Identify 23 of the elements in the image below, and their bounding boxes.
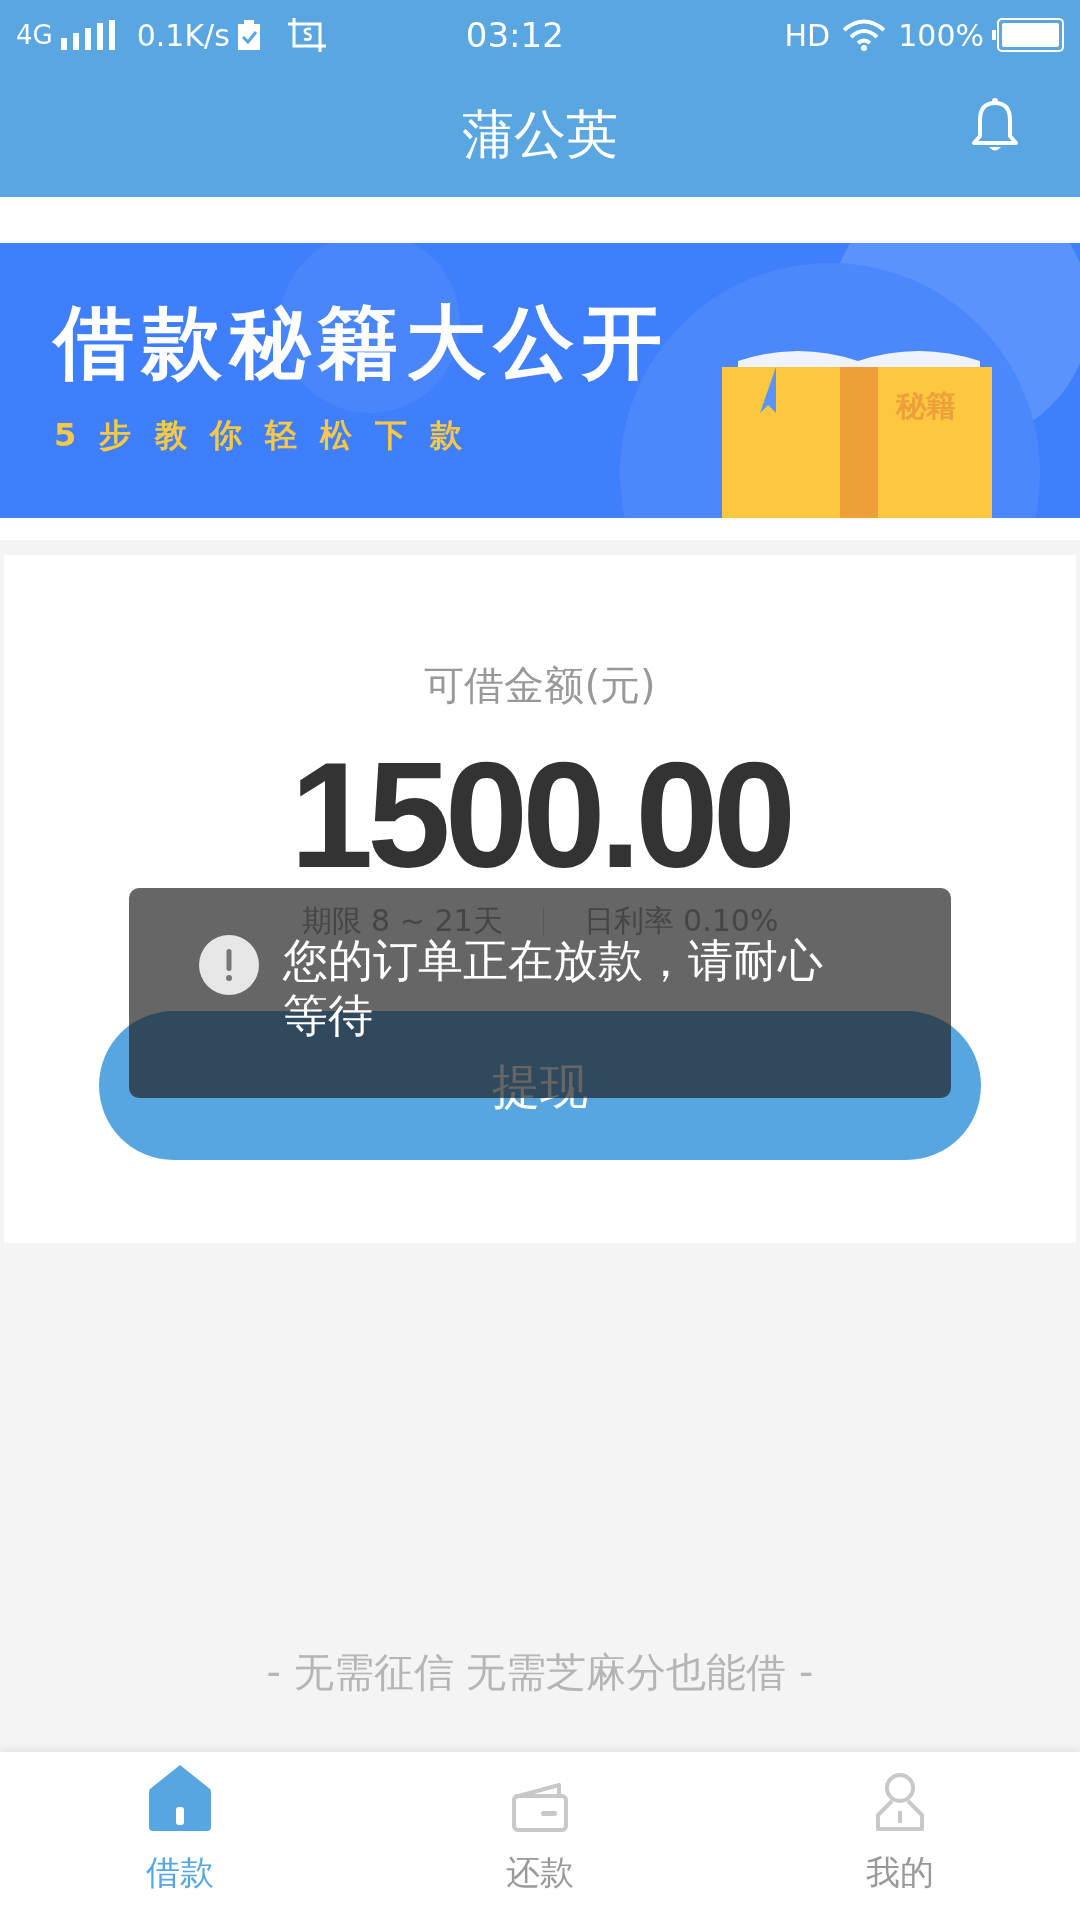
available-amount-label: 可借金额(元) (424, 665, 656, 705)
battery-icon (992, 18, 1064, 52)
banner-headline: 借款秘籍大公开 (54, 302, 671, 383)
clipboard-check-icon (237, 20, 260, 50)
tab-item[interactable]: 还款 (360, 1752, 720, 1920)
clock-time: 03:12 (465, 13, 564, 57)
slogan-text: - 无需征信 无需芝麻分也能借 - (266, 1648, 814, 1697)
app-title: 蒲公英 (462, 102, 618, 166)
home-icon (148, 1763, 212, 1833)
wifi-icon (842, 19, 887, 51)
signal-icon (60, 20, 115, 50)
alert-icon (199, 935, 259, 995)
banner-subline: 5 步 教 你 轻 松 下 款 (54, 414, 470, 456)
person-icon (874, 1771, 926, 1833)
battery-percent: 100% (898, 16, 984, 55)
network-type: 4G (16, 18, 53, 52)
network-speed: 0.1K/s (136, 16, 230, 55)
available-amount: 1500.00 (289, 740, 791, 890)
wallet-icon (511, 1783, 569, 1833)
screenshot-icon (287, 18, 326, 52)
hd-indicator: HD (784, 16, 831, 55)
tab-item[interactable]: 借款 (0, 1752, 360, 1920)
tab-item[interactable]: 我的 (720, 1752, 1080, 1920)
